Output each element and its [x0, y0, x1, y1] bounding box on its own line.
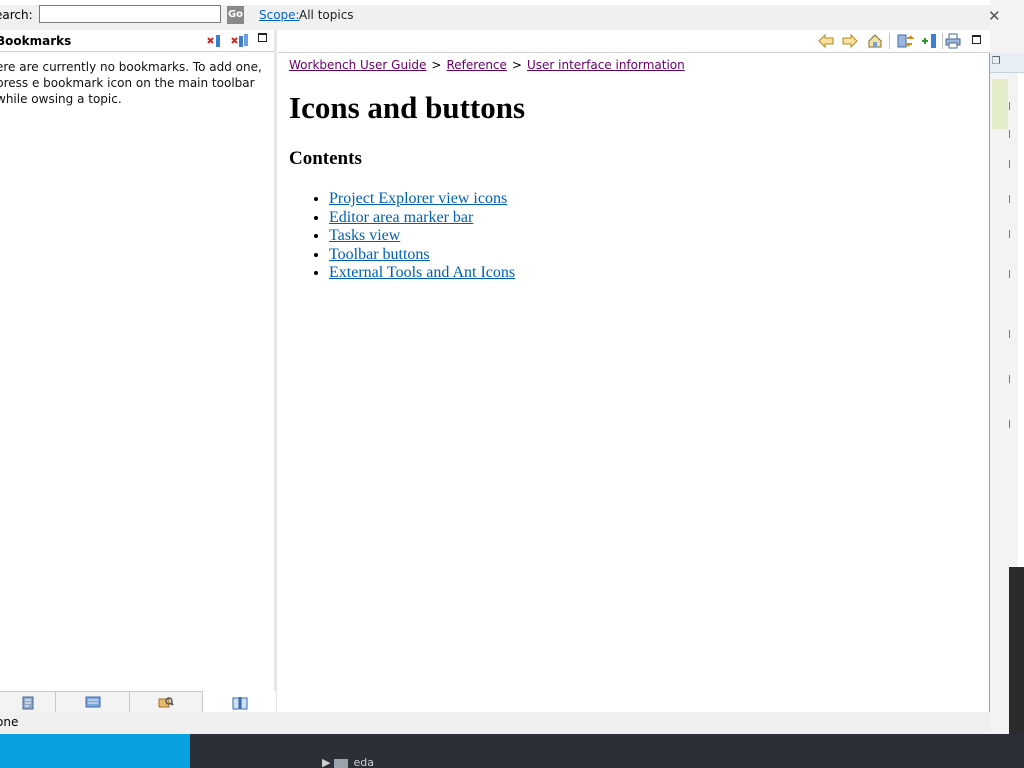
status-bar: one	[0, 712, 990, 734]
scope-value: All topics	[299, 8, 354, 22]
go-button[interactable]: Go	[227, 6, 244, 24]
print-icon[interactable]	[945, 33, 961, 52]
index-icon	[85, 696, 101, 711]
table-of-contents: Project Explorer view icons Editor area …	[329, 190, 979, 283]
help-window: earch: Go Scope: All topics ✕ Bookmarks …	[0, 5, 1001, 734]
forward-icon[interactable]	[842, 33, 858, 52]
content-toolbar	[278, 30, 990, 53]
toc-link[interactable]: Tasks view	[329, 227, 400, 244]
ide-marker-ruler	[992, 79, 1008, 129]
taskbar-item-label: eda	[353, 756, 374, 768]
breadcrumb-link[interactable]: Reference	[446, 58, 506, 72]
toolbar-separator	[889, 33, 890, 49]
navigation-tabs	[0, 691, 276, 713]
list-item: Tasks view	[329, 227, 979, 246]
ide-editor-pane	[1018, 73, 1024, 568]
tab-bookmarks[interactable]	[203, 691, 276, 713]
sync-toc-icon[interactable]	[896, 33, 915, 52]
bookmarks-panel: Bookmarks ere are currently no bookmarks…	[0, 30, 277, 713]
page-title: Icons and buttons	[289, 90, 526, 125]
contents-heading: Contents	[289, 148, 362, 169]
bookmarks-header: Bookmarks	[0, 30, 274, 52]
search-results-icon	[158, 696, 174, 713]
scope-link[interactable]: Scope:	[259, 8, 300, 22]
breadcrumb: Workbench User Guide > Reference > User inte…	[289, 58, 979, 72]
taskbar-item[interactable]: ▶ eda	[322, 756, 374, 768]
taskbar	[0, 734, 1024, 768]
tab-index[interactable]	[56, 692, 130, 713]
taskbar-area	[190, 734, 1024, 768]
maximize-icon[interactable]	[258, 33, 267, 42]
toc-link[interactable]: Toolbar buttons	[329, 246, 430, 263]
ide-console-strip	[1009, 567, 1024, 737]
close-icon[interactable]: ✕	[988, 7, 1001, 25]
toc-link[interactable]: Editor area marker bar	[329, 209, 473, 226]
list-item: Editor area marker bar	[329, 209, 979, 228]
toc-link[interactable]: External Tools and Ant Icons	[329, 264, 515, 281]
list-item: Toolbar buttons	[329, 246, 979, 265]
search-label: earch:	[0, 8, 33, 22]
delete-all-bookmarks-icon[interactable]	[231, 33, 249, 52]
search-bar: earch: Go Scope: All topics ✕	[0, 5, 1001, 30]
home-icon[interactable]	[867, 33, 883, 52]
list-item: External Tools and Ant Icons	[329, 264, 979, 283]
breadcrumb-link[interactable]: Workbench User Guide	[289, 58, 426, 72]
breadcrumb-separator: >	[511, 58, 522, 72]
folder-icon	[334, 758, 349, 768]
tab-search-results[interactable]	[130, 692, 203, 713]
maximize-icon[interactable]	[972, 35, 981, 44]
restore-icon[interactable]: ❐	[990, 56, 1002, 67]
back-icon[interactable]	[818, 33, 834, 52]
delete-bookmark-icon[interactable]	[206, 33, 222, 52]
status-text: one	[0, 715, 19, 729]
list-item: Project Explorer view icons	[329, 190, 979, 209]
taskbar-accent	[0, 734, 190, 768]
breadcrumb-separator: >	[431, 58, 442, 72]
bookmarks-title: Bookmarks	[0, 34, 72, 48]
help-content: Workbench User Guide > Reference > User inte…	[289, 58, 979, 283]
contents-icon	[21, 696, 35, 713]
bookmark-add-icon[interactable]	[921, 33, 937, 52]
bookmarks-empty-message: ere are currently no bookmarks. To add o…	[0, 60, 262, 106]
play-icon: ▶	[322, 756, 331, 768]
toc-link[interactable]: Project Explorer view icons	[329, 190, 507, 207]
toolbar-separator	[942, 33, 943, 49]
bookmarks-icon	[232, 696, 248, 713]
ide-line-marks	[1009, 90, 1017, 510]
tab-contents[interactable]	[0, 692, 56, 713]
background-ide-window: ❐	[990, 0, 1024, 768]
search-input[interactable]	[39, 5, 221, 23]
breadcrumb-link[interactable]: User interface information	[527, 58, 685, 72]
